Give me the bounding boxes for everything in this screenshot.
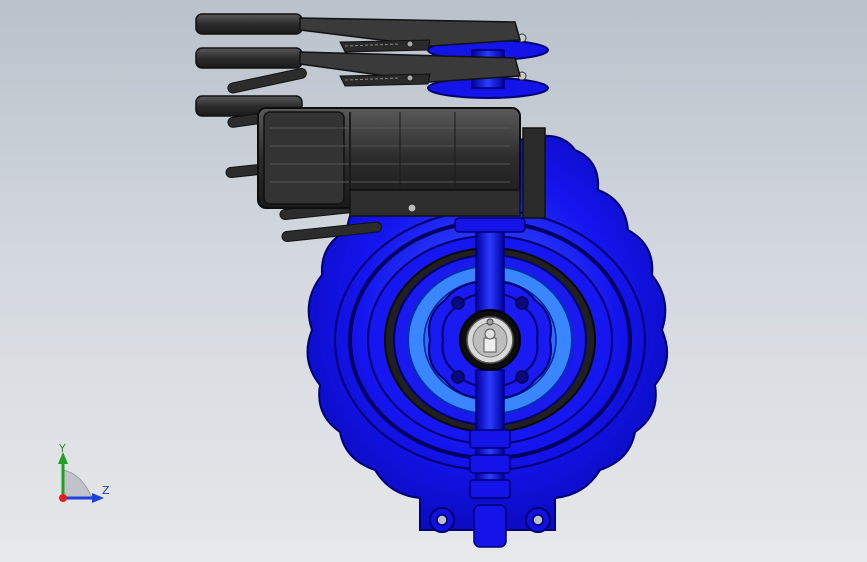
z-axis-label: Z (102, 484, 110, 497)
y-axis-label: Y (59, 442, 66, 455)
valve-stem (469, 224, 511, 548)
graphics-viewport[interactable]: Y Z (0, 0, 867, 562)
valve-model[interactable] (0, 0, 867, 562)
valve-disc-hub (459, 309, 521, 371)
coordinate-triad: Y Z (46, 440, 116, 510)
coordinate-triad-icon (58, 452, 104, 503)
gear-operator-housing (257, 107, 521, 217)
